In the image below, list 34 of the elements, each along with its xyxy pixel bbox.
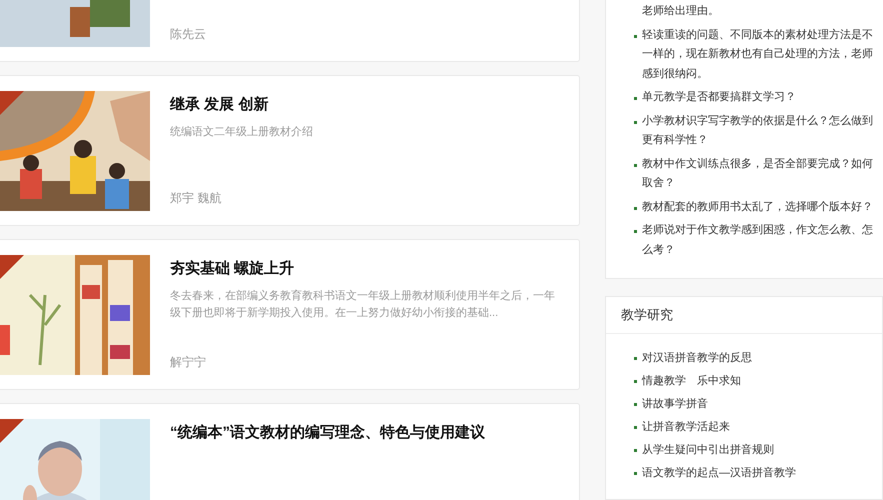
bullet-icon <box>634 97 637 100</box>
research-link[interactable]: 情趣教学 乐中求知 <box>642 372 741 390</box>
bullet-icon <box>634 230 637 233</box>
bullet-icon <box>634 448 637 452</box>
bullet-icon <box>634 380 637 382</box>
article-author: 解宁宁 <box>170 354 207 370</box>
question-link[interactable]: 单元教学是否都要搞群文学习？ <box>642 88 880 108</box>
article-title[interactable]: 继承 发展 创新 <box>170 94 565 116</box>
research-link[interactable]: 让拼音教学活起来 <box>642 418 730 436</box>
article-author: 郑宇 魏航 <box>170 190 222 206</box>
research-link[interactable]: 语文教学的起点—汉语拼音教学 <box>642 464 796 482</box>
article-author: 陈先云 <box>170 26 207 42</box>
article-summary: 冬去春来，在部编义务教育教科书语文一年级上册教材顺利使用半年之后，一年级下册也即将于新学期投入使用。在一上努力做好幼小衔接的基础... <box>170 288 556 321</box>
panel-title: 教学研究 <box>606 297 882 334</box>
bullet-icon <box>634 120 637 124</box>
question-link[interactable]: 教材配套的教师用书太乱了，选择哪个版本好？ <box>642 198 880 217</box>
article-summary: 统编语文二年级上册教材介绍 <box>170 124 314 140</box>
bullet-icon <box>634 164 637 166</box>
question-link[interactable]: 老师说对于作文教学感到困惑，作文怎么教、怎么考？ <box>642 221 880 260</box>
bullet-icon <box>634 402 637 406</box>
question-link[interactable]: 小学教材识字写字教学的依据是什么？怎么做到更有科学性？ <box>642 112 880 150</box>
bullet-icon <box>634 356 637 360</box>
article-title[interactable]: “统编本”语文教材的编写理念、特色与使用建议 <box>170 422 564 444</box>
research-link[interactable]: 讲故事学拼音 <box>642 396 708 412</box>
question-link[interactable]: 轻读重读的问题、不同版本的素材处理方法是不一样的，现在新教材也有自己处理的方法，老师感到很纳闷。 <box>642 26 880 84</box>
bullet-icon <box>634 472 637 474</box>
bullet-icon <box>634 34 637 38</box>
bullet-icon <box>634 426 637 428</box>
research-link[interactable]: 从学生疑问中引出拼音规则 <box>642 442 774 458</box>
bullet-icon <box>634 206 637 210</box>
question-link[interactable]: 老师给出理由。 <box>642 2 880 22</box>
question-link[interactable]: 教材中作文训练点很多，是否全部要完成？如何取舍？ <box>642 154 880 194</box>
research-link[interactable]: 对汉语拼音教学的反思 <box>642 350 752 366</box>
article-title[interactable]: 夯实基础 螺旋上升 <box>170 258 565 280</box>
